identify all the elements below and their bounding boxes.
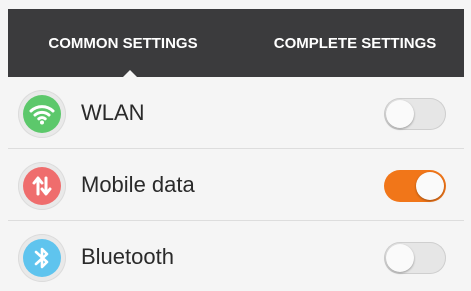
settings-screen: COMMON SETTINGS COMPLETE SETTINGS WLAN M… bbox=[0, 0, 471, 291]
bluetooth-toggle[interactable] bbox=[384, 242, 446, 274]
setting-label-wlan: WLAN bbox=[81, 100, 145, 125]
mobile-data-icon bbox=[18, 162, 66, 210]
setting-row-mobile-data: Mobile data bbox=[8, 149, 464, 221]
setting-label-bluetooth: Bluetooth bbox=[81, 244, 174, 269]
setting-row-bluetooth: Bluetooth bbox=[8, 221, 464, 291]
wlan-toggle[interactable] bbox=[384, 98, 446, 130]
tab-common-settings-label: COMMON SETTINGS bbox=[48, 34, 198, 52]
tab-complete-settings[interactable]: COMPLETE SETTINGS bbox=[246, 9, 464, 77]
settings-list: WLAN Mobile data Bluetooth bbox=[8, 77, 464, 291]
toggle-knob bbox=[386, 244, 414, 272]
setting-row-wlan: WLAN bbox=[8, 77, 464, 149]
settings-tab-bar: COMMON SETTINGS COMPLETE SETTINGS bbox=[8, 9, 464, 78]
toggle-knob bbox=[416, 172, 444, 200]
tab-complete-settings-label: COMPLETE SETTINGS bbox=[273, 34, 437, 52]
toggle-knob bbox=[386, 100, 414, 128]
bluetooth-icon bbox=[18, 234, 66, 282]
mobile-data-toggle[interactable] bbox=[384, 170, 446, 202]
wifi-icon bbox=[18, 90, 66, 138]
setting-label-mobile-data: Mobile data bbox=[81, 172, 195, 197]
tab-common-settings[interactable]: COMMON SETTINGS bbox=[8, 9, 238, 77]
